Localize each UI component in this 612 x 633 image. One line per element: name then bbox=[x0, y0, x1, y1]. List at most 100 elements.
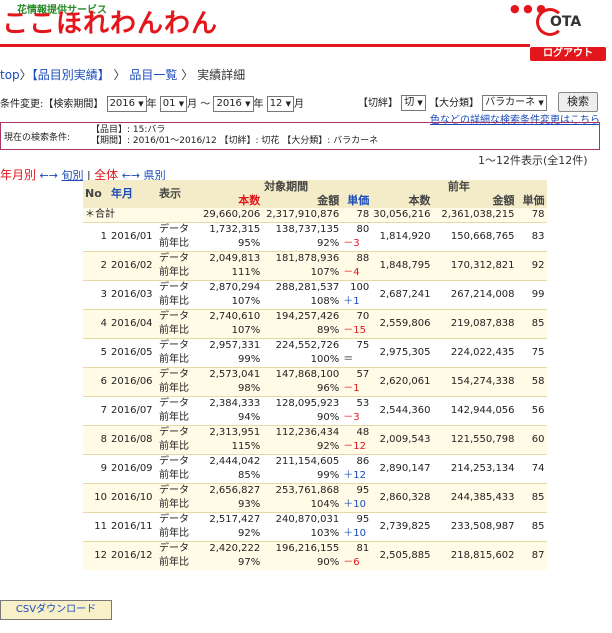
row-amount-ratio: 104% bbox=[262, 498, 342, 513]
row-prev-qty: 2,620,061 bbox=[371, 367, 433, 397]
breadcrumb-sep: 〉 bbox=[181, 68, 194, 82]
row-unit: 81 bbox=[341, 541, 372, 556]
col-display: 表示 bbox=[157, 180, 201, 208]
class-select[interactable]: バラカーネ ▼ bbox=[482, 95, 547, 111]
table-row: 2 2016/02 データ 2,049,813 181,878,936 88 1,848,7… bbox=[83, 251, 547, 281]
row-prev-amount: 224,022,435 bbox=[432, 338, 517, 368]
row-prev-amount: 244,385,433 bbox=[432, 483, 517, 513]
row-unit-diff: ＋1 bbox=[341, 295, 372, 310]
row-data-label: データ bbox=[157, 338, 201, 353]
header-divider bbox=[0, 44, 530, 47]
row-unit: 95 bbox=[341, 512, 372, 527]
row-data-label: データ bbox=[157, 425, 201, 440]
from-month-select[interactable]: 01 ▼ bbox=[159, 96, 188, 112]
row-qty: 2,517,427 bbox=[201, 512, 263, 527]
row-ratio-label: 前年比 bbox=[157, 498, 201, 513]
to-month-select[interactable]: 12 ▼ bbox=[266, 96, 294, 112]
row-unit-diff: ＋10 bbox=[341, 498, 372, 513]
breadcrumb-sep: 〉 bbox=[113, 68, 126, 82]
row-ratio-label: 前年比 bbox=[157, 353, 201, 368]
row-ratio-label: 前年比 bbox=[157, 527, 201, 542]
mode-monthly: 年月別 bbox=[0, 168, 37, 182]
row-prev-qty: 1,848,795 bbox=[371, 251, 433, 281]
row-amount-ratio: 92% bbox=[262, 440, 342, 455]
table-row: 6 2016/06 データ 2,573,041 147,868,100 57 2,620,0… bbox=[83, 367, 547, 397]
row-amount: 211,154,605 bbox=[262, 454, 342, 469]
total-prev-qty: 30,056,216 bbox=[371, 208, 433, 223]
chevron-down-icon: ▼ bbox=[417, 99, 423, 107]
row-amount: 194,257,426 bbox=[262, 309, 342, 324]
row-amount: 288,281,537 bbox=[262, 280, 342, 295]
row-ratio-label: 前年比 bbox=[157, 440, 201, 455]
row-no: 4 bbox=[83, 309, 109, 339]
row-prev-qty: 2,975,305 bbox=[371, 338, 433, 368]
row-month: 2016/09 bbox=[109, 454, 157, 484]
row-qty: 1,732,315 bbox=[201, 222, 263, 237]
row-no: 3 bbox=[83, 280, 109, 310]
row-data-label: データ bbox=[157, 309, 201, 324]
year-suffix: 年 bbox=[146, 99, 157, 110]
row-unit: 95 bbox=[341, 483, 372, 498]
from-year-select[interactable]: 2016 ▼ bbox=[106, 96, 147, 112]
row-qty-ratio: 111% bbox=[201, 266, 263, 281]
row-qty-ratio: 95% bbox=[201, 237, 263, 252]
chevron-down-icon: ▼ bbox=[538, 99, 544, 107]
total-row: ＊合計 29,660,206 2,317,910,876 78 30,056,2… bbox=[83, 208, 547, 223]
breadcrumb-item-category[interactable]: 【品目別実績】 bbox=[32, 68, 110, 82]
row-qty: 2,384,333 bbox=[201, 396, 263, 411]
row-data-label: データ bbox=[157, 512, 201, 527]
row-data-label: データ bbox=[157, 251, 201, 266]
breadcrumb-top[interactable]: top bbox=[0, 68, 20, 82]
row-prev-amount: 218,815,602 bbox=[432, 541, 517, 570]
row-prev-qty: 2,739,825 bbox=[371, 512, 433, 542]
year-suffix: 年 bbox=[253, 99, 264, 110]
row-prev-unit: 85 bbox=[516, 483, 547, 513]
logout-button[interactable]: ログアウト bbox=[530, 47, 606, 61]
row-ratio-label: 前年比 bbox=[157, 411, 201, 426]
row-ratio-label: 前年比 bbox=[157, 382, 201, 397]
row-prev-amount: 121,550,798 bbox=[432, 425, 517, 455]
class-value: バラカーネ bbox=[485, 97, 536, 108]
row-data-label: データ bbox=[157, 483, 201, 498]
row-no: 10 bbox=[83, 483, 109, 513]
row-no: 11 bbox=[83, 512, 109, 542]
row-qty-ratio: 94% bbox=[201, 411, 263, 426]
breadcrumb-item-list[interactable]: 品目一覧 bbox=[129, 68, 177, 82]
row-ratio-label: 前年比 bbox=[157, 556, 201, 570]
range-tilde: ～ bbox=[200, 99, 211, 110]
csv-download-button[interactable]: CSVダウンロード bbox=[0, 600, 112, 620]
row-amount: 138,737,135 bbox=[262, 222, 342, 237]
row-data-label: データ bbox=[157, 541, 201, 556]
row-unit-diff: －3 bbox=[341, 411, 372, 426]
row-amount-ratio: 103% bbox=[262, 527, 342, 542]
breadcrumb: top〉【品目別実績】 〉 品目一覧 〉 実績詳細 bbox=[0, 66, 245, 83]
row-month: 2016/04 bbox=[109, 309, 157, 339]
row-prev-qty: 2,890,147 bbox=[371, 454, 433, 484]
row-unit: 57 bbox=[341, 367, 372, 382]
table-row: 3 2016/03 データ 2,870,294 288,281,537 100 2,687,… bbox=[83, 280, 547, 310]
site-logo[interactable]: ここほれわんわん bbox=[2, 9, 218, 39]
row-unit-diff: ＋12 bbox=[341, 469, 372, 484]
chevron-down-icon: ▼ bbox=[285, 100, 291, 108]
row-amount: 147,868,100 bbox=[262, 367, 342, 382]
row-unit-diff: －6 bbox=[341, 556, 372, 570]
row-ratio-label: 前年比 bbox=[157, 324, 201, 339]
row-prev-unit: 83 bbox=[516, 222, 547, 252]
search-filters: 【切絆】 切 ▼ 【大分類】 バラカーネ ▼ bbox=[358, 94, 547, 111]
row-amount-ratio: 100% bbox=[262, 353, 342, 368]
row-qty: 2,573,041 bbox=[201, 367, 263, 382]
search-conditions: 条件変更:【検索期間】 2016 ▼ 年 01 ▼ 月 ～ 2016 ▼ 年 12 ▼… bbox=[0, 95, 304, 112]
search-button[interactable]: 検索 bbox=[558, 92, 598, 112]
to-year-select[interactable]: 2016 ▼ bbox=[213, 96, 254, 112]
mode-weekly-link[interactable]: 旬別 bbox=[61, 169, 83, 182]
table-row: 12 2016/12 データ 2,420,222 196,216,155 81 2,505,… bbox=[83, 541, 547, 570]
total-unit: 78 bbox=[341, 208, 372, 223]
row-unit: 86 bbox=[341, 454, 372, 469]
cut-label: 【切絆】 bbox=[358, 98, 398, 109]
from-year-value: 2016 bbox=[109, 98, 136, 109]
row-qty-ratio: 107% bbox=[201, 324, 263, 339]
to-year-value: 2016 bbox=[216, 98, 242, 109]
swap-arrow-icon: ←→ bbox=[39, 169, 58, 182]
cut-select[interactable]: 切 ▼ bbox=[401, 95, 426, 111]
row-prev-unit: 85 bbox=[516, 512, 547, 542]
